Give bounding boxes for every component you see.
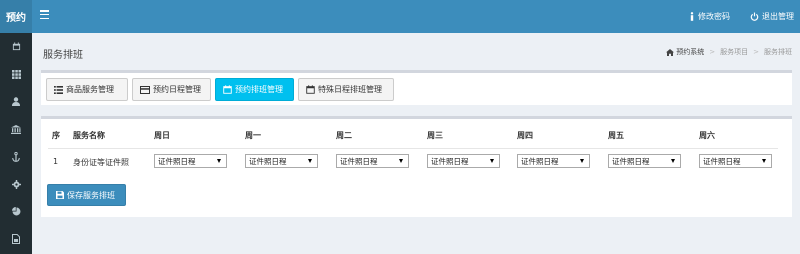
column-header-friday: 周五 <box>608 131 624 140</box>
select-value: 证件照日程 <box>431 156 469 166</box>
change-password-link[interactable]: 修改密码 <box>689 11 730 22</box>
top-actions: 修改密码 退出管理 <box>669 0 794 33</box>
column-header-wednesday: 周三 <box>427 131 443 140</box>
card-icon <box>140 85 150 94</box>
sidebar <box>0 33 32 254</box>
save-schedule-button[interactable]: 保存服务排班 <box>47 184 126 206</box>
breadcrumb-separator: > <box>753 48 759 56</box>
select-value: 证件照日程 <box>703 156 741 166</box>
sidebar-item-stats[interactable] <box>0 198 32 226</box>
dropdown-arrow-icon <box>580 159 584 163</box>
home-icon <box>666 48 675 56</box>
anchor-icon <box>12 151 20 162</box>
schedule-select-thursday[interactable]: 证件照日程 <box>517 154 590 168</box>
logout-link[interactable]: 退出管理 <box>750 11 794 22</box>
dropdown-arrow-icon <box>762 159 766 163</box>
select-value: 证件照日程 <box>521 156 559 166</box>
info-icon <box>690 12 694 21</box>
tab-label: 特殊日程排班管理 <box>318 85 382 94</box>
column-header-monday: 周一 <box>245 131 261 140</box>
tab-appointment-shift[interactable]: 预约排班管理 <box>215 78 294 101</box>
dropdown-arrow-icon <box>490 159 494 163</box>
sidebar-item-settings[interactable] <box>0 171 32 199</box>
tabs-box: 商品服务管理 预约日程管理 预约排班管理 特殊日程排班管理 <box>41 70 792 105</box>
breadcrumb: 预约系统 > 服务项目 > 服务排班 <box>666 47 792 57</box>
file-icon <box>12 234 20 245</box>
sidebar-item-grid[interactable] <box>0 61 32 89</box>
dropdown-arrow-icon <box>217 159 221 163</box>
table-divider <box>48 148 778 149</box>
schedule-select-friday[interactable]: 证件照日程 <box>608 154 681 168</box>
tab-label: 预约排班管理 <box>235 85 283 94</box>
column-header-index: 序 <box>52 131 60 140</box>
calendar-icon <box>306 85 315 94</box>
app-logo[interactable]: 预约 <box>0 0 32 33</box>
sidebar-item-bank[interactable] <box>0 116 32 144</box>
schedule-select-tuesday[interactable]: 证件照日程 <box>336 154 409 168</box>
sidebar-item-calendar[interactable] <box>0 33 32 61</box>
select-value: 证件照日程 <box>249 156 287 166</box>
bank-icon <box>11 124 21 134</box>
select-value: 证件照日程 <box>340 156 378 166</box>
schedule-select-monday[interactable]: 证件照日程 <box>245 154 318 168</box>
row-service-name: 身份证等证件照 <box>73 158 129 167</box>
tab-label: 预约日程管理 <box>153 85 201 94</box>
select-value: 证件照日程 <box>158 156 196 166</box>
sidebar-item-user[interactable] <box>0 88 32 116</box>
tab-product-service[interactable]: 商品服务管理 <box>46 78 128 101</box>
tab-special-shift[interactable]: 特殊日程排班管理 <box>298 78 394 101</box>
select-value: 证件照日程 <box>612 156 650 166</box>
grid-icon <box>11 69 21 79</box>
tab-appointment-schedule[interactable]: 预约日程管理 <box>132 78 211 101</box>
breadcrumb-separator: > <box>709 48 716 56</box>
bars-icon[interactable] <box>40 10 49 22</box>
calendar-icon <box>12 42 20 51</box>
breadcrumb-home[interactable]: 预约系统 <box>666 47 704 57</box>
column-header-sunday: 周日 <box>154 131 170 140</box>
save-button-label: 保存服务排班 <box>67 190 115 200</box>
tab-label: 商品服务管理 <box>66 85 114 94</box>
sidebar-item-file[interactable] <box>0 226 32 254</box>
schedule-select-wednesday[interactable]: 证件照日程 <box>427 154 500 168</box>
sidebar-item-anchor[interactable] <box>0 143 32 171</box>
dropdown-arrow-icon <box>399 159 403 163</box>
column-header-service-name: 服务名称 <box>73 131 105 140</box>
top-navbar: 修改密码 退出管理 <box>32 0 800 33</box>
row-index: 1 <box>53 157 59 166</box>
breadcrumb-item-system: 预约系统 <box>676 48 705 56</box>
gear-icon <box>11 179 21 189</box>
page-title: 服务排班 <box>43 50 83 61</box>
breadcrumb-item-current: 服务排班 <box>764 48 792 56</box>
column-header-tuesday: 周二 <box>336 131 352 140</box>
save-icon <box>56 191 64 199</box>
schedule-box: 序 服务名称 周日 周一 周二 周三 周四 周五 周六 1 身份证等证件照 证件… <box>41 116 792 217</box>
pie-chart-icon <box>11 207 20 216</box>
dropdown-arrow-icon <box>308 159 312 163</box>
list-icon <box>54 85 63 94</box>
column-header-thursday: 周四 <box>517 131 533 140</box>
user-icon <box>12 97 20 107</box>
logout-label: 退出管理 <box>762 12 794 21</box>
power-icon <box>750 12 759 21</box>
breadcrumb-item-services[interactable]: 服务项目 <box>720 47 748 57</box>
schedule-select-sunday[interactable]: 证件照日程 <box>154 154 227 168</box>
change-password-label: 修改密码 <box>698 12 730 21</box>
dropdown-arrow-icon <box>671 159 675 163</box>
schedule-select-saturday[interactable]: 证件照日程 <box>699 154 772 168</box>
calendar-icon <box>223 85 232 94</box>
column-header-saturday: 周六 <box>699 131 715 140</box>
